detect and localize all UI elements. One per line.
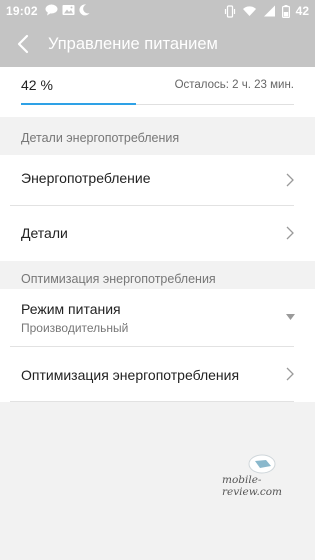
chevron-right-icon: [286, 226, 294, 240]
app-bar: Управление питанием: [0, 22, 315, 67]
back-arrow-icon[interactable]: [14, 33, 34, 55]
notification-icons: [45, 4, 90, 16]
chevron-right-icon: [286, 367, 294, 381]
battery-icon: [281, 4, 290, 18]
system-icons: 42: [224, 4, 309, 18]
moon-icon: [79, 4, 90, 16]
chevron-right-icon: [286, 173, 294, 187]
battery-percent: 42 %: [21, 77, 53, 93]
status-bar: 19:02 42: [0, 0, 315, 22]
list-item-power-optimization[interactable]: Оптимизация энергопотребления: [0, 347, 315, 402]
list-item-power-mode[interactable]: Режим питания Производительный: [0, 289, 315, 347]
image-icon: [62, 5, 75, 15]
section-header-usage-details: Детали энергопотребления: [0, 117, 315, 155]
status-time: 19:02: [6, 4, 38, 18]
list-item-label: Энергопотребление: [21, 170, 151, 186]
list-item-details[interactable]: Детали: [0, 206, 315, 261]
page-title: Управление питанием: [48, 35, 218, 53]
battery-level-text: 42: [295, 4, 309, 18]
battery-remaining-time: Осталось: 2 ч. 23 мин.: [174, 79, 294, 91]
section-header-optimization: Оптимизация энергопотребления: [0, 261, 315, 289]
list-item-label: Детали: [21, 225, 68, 241]
dropdown-triangle-icon: [286, 314, 295, 320]
list-item-power-consumption[interactable]: Энергопотребление: [0, 155, 315, 206]
list-item-label: Режим питания: [21, 301, 121, 317]
battery-progress-track: [21, 103, 294, 105]
list-item-label: Оптимизация энергопотребления: [21, 367, 240, 383]
watermark-text: mobile-review.com: [222, 474, 282, 498]
battery-progress-fill: [21, 103, 136, 105]
vibrate-icon: [224, 4, 235, 18]
battery-summary: 42 % Осталось: 2 ч. 23 мин.: [0, 67, 315, 117]
power-mode-value: Производительный: [21, 321, 129, 335]
signal-icon: [263, 5, 275, 17]
chat-icon: [45, 4, 58, 16]
wifi-icon: [242, 6, 256, 16]
